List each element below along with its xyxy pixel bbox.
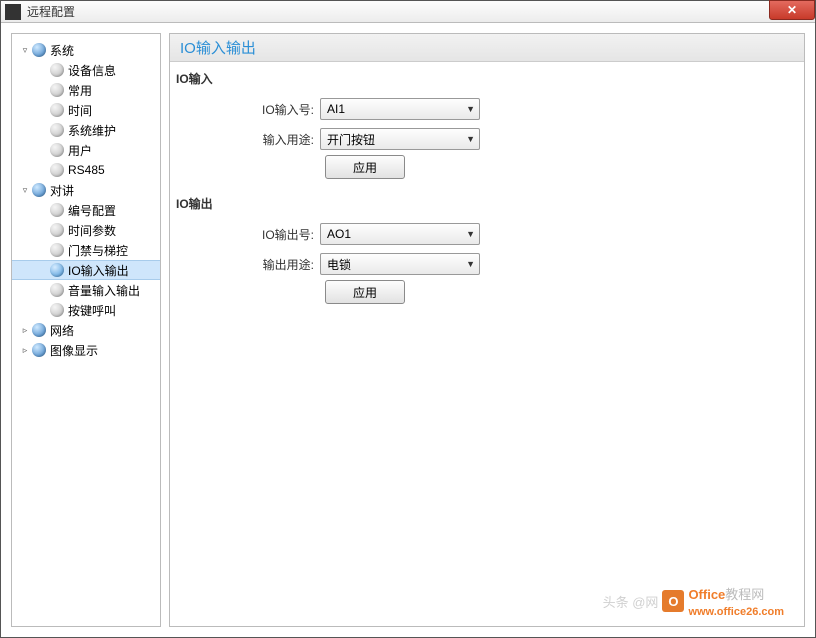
main-panel: IO输入输出 IO输入 IO输入号: AI1 ▼ 输入用途: 开门按钮 ▼ bbox=[169, 33, 805, 627]
tree-label: 图像显示 bbox=[50, 342, 98, 359]
tree-item-time[interactable]: 时间 bbox=[12, 100, 160, 120]
tree-label: 对讲 bbox=[50, 182, 74, 199]
expand-down-icon[interactable]: ▿ bbox=[20, 45, 30, 55]
sphere-icon bbox=[50, 163, 64, 177]
office-icon: O bbox=[662, 590, 684, 612]
tree-label: 用户 bbox=[68, 142, 92, 159]
form-row: IO输入号: AI1 ▼ bbox=[170, 95, 804, 123]
tree-item-common[interactable]: 常用 bbox=[12, 80, 160, 100]
chevron-down-icon: ▼ bbox=[466, 259, 475, 269]
globe-icon bbox=[32, 183, 46, 197]
tree-item-key-call[interactable]: 按键呼叫 bbox=[12, 300, 160, 320]
io-output-num-label: IO输出号: bbox=[170, 226, 320, 243]
select-value: 开门按钮 bbox=[327, 131, 375, 148]
chevron-down-icon: ▼ bbox=[466, 229, 475, 239]
sphere-icon bbox=[50, 203, 64, 217]
tree-label: 系统维护 bbox=[68, 122, 116, 139]
globe-icon bbox=[32, 343, 46, 357]
io-input-usage-select[interactable]: 开门按钮 ▼ bbox=[320, 128, 480, 150]
tree-item-maintenance[interactable]: 系统维护 bbox=[12, 120, 160, 140]
tree-item-user[interactable]: 用户 bbox=[12, 140, 160, 160]
tree-label: 编号配置 bbox=[68, 202, 116, 219]
select-value: AI1 bbox=[327, 102, 345, 116]
tree-node-intercom[interactable]: ▿ 对讲 bbox=[12, 180, 160, 200]
sphere-icon bbox=[50, 223, 64, 237]
expand-right-icon[interactable]: ▹ bbox=[20, 325, 30, 335]
button-label: 应用 bbox=[353, 159, 377, 176]
chevron-down-icon: ▼ bbox=[466, 104, 475, 114]
close-icon: ✕ bbox=[787, 3, 797, 17]
window: 远程配置 ✕ ▿ 系统 设备信息 常用 时间 bbox=[0, 0, 816, 638]
io-input-form: IO输入号: AI1 ▼ 输入用途: 开门按钮 ▼ 应用 bbox=[170, 91, 804, 187]
sidebar-tree[interactable]: ▿ 系统 设备信息 常用 时间 系统维护 用户 bbox=[11, 33, 161, 627]
form-row: IO输出号: AO1 ▼ bbox=[170, 220, 804, 248]
io-input-num-select[interactable]: AI1 ▼ bbox=[320, 98, 480, 120]
sphere-icon bbox=[50, 243, 64, 257]
watermark: 头条 @网 O Office教程网 www.office26.com bbox=[603, 584, 784, 618]
tree-item-number-config[interactable]: 编号配置 bbox=[12, 200, 160, 220]
tree-label: 设备信息 bbox=[68, 62, 116, 79]
tree-label: 网络 bbox=[50, 322, 74, 339]
sphere-icon bbox=[50, 103, 64, 117]
tree-item-volume-inout[interactable]: 音量输入输出 bbox=[12, 280, 160, 300]
apply-output-button[interactable]: 应用 bbox=[325, 280, 405, 304]
tree-label: IO输入输出 bbox=[68, 262, 129, 279]
page-title: IO输入输出 bbox=[170, 34, 804, 62]
tree-node-system[interactable]: ▿ 系统 bbox=[12, 40, 160, 60]
tree-label: 音量输入输出 bbox=[68, 282, 140, 299]
sphere-icon bbox=[50, 123, 64, 137]
io-output-usage-label: 输出用途: bbox=[170, 256, 320, 273]
apply-input-button[interactable]: 应用 bbox=[325, 155, 405, 179]
tree-node-network[interactable]: ▹ 网络 bbox=[12, 320, 160, 340]
tree-node-image-display[interactable]: ▹ 图像显示 bbox=[12, 340, 160, 360]
watermark-brand1: Office bbox=[688, 587, 725, 602]
button-row: 应用 bbox=[170, 280, 804, 304]
tree-label: 系统 bbox=[50, 42, 74, 59]
close-button[interactable]: ✕ bbox=[769, 0, 815, 20]
tree-label: 时间参数 bbox=[68, 222, 116, 239]
io-input-num-label: IO输入号: bbox=[170, 101, 320, 118]
watermark-url: www.office26.com bbox=[688, 606, 784, 618]
window-title: 远程配置 bbox=[27, 3, 75, 20]
content: ▿ 系统 设备信息 常用 时间 系统维护 用户 bbox=[1, 23, 815, 637]
sphere-icon bbox=[50, 303, 64, 317]
globe-icon bbox=[32, 323, 46, 337]
button-label: 应用 bbox=[353, 284, 377, 301]
tree-item-rs485[interactable]: RS485 bbox=[12, 160, 160, 180]
io-input-section-label: IO输入 bbox=[170, 62, 804, 91]
tree-item-time-params[interactable]: 时间参数 bbox=[12, 220, 160, 240]
form-row: 输出用途: 电锁 ▼ bbox=[170, 250, 804, 278]
app-icon bbox=[5, 4, 21, 20]
select-value: 电锁 bbox=[327, 256, 351, 273]
tree-label: RS485 bbox=[68, 163, 105, 177]
expand-down-icon[interactable]: ▿ bbox=[20, 185, 30, 195]
tree-label: 常用 bbox=[68, 82, 92, 99]
tree-item-access-lift[interactable]: 门禁与梯控 bbox=[12, 240, 160, 260]
tree-item-io-inout[interactable]: IO输入输出 bbox=[12, 260, 160, 280]
watermark-brand2: 教程网 bbox=[725, 587, 764, 602]
select-value: AO1 bbox=[327, 227, 351, 241]
sphere-icon bbox=[50, 263, 64, 277]
sphere-icon bbox=[50, 83, 64, 97]
tree-label: 门禁与梯控 bbox=[68, 242, 128, 259]
sphere-icon bbox=[50, 283, 64, 297]
watermark-text: 头条 @网 bbox=[603, 592, 659, 611]
sphere-icon bbox=[50, 63, 64, 77]
button-row: 应用 bbox=[170, 155, 804, 179]
expand-right-icon[interactable]: ▹ bbox=[20, 345, 30, 355]
chevron-down-icon: ▼ bbox=[466, 134, 475, 144]
tree-label: 时间 bbox=[68, 102, 92, 119]
titlebar: 远程配置 ✕ bbox=[1, 1, 815, 23]
io-output-section-label: IO输出 bbox=[170, 187, 804, 216]
io-output-num-select[interactable]: AO1 ▼ bbox=[320, 223, 480, 245]
io-input-usage-label: 输入用途: bbox=[170, 131, 320, 148]
io-output-form: IO输出号: AO1 ▼ 输出用途: 电锁 ▼ 应用 bbox=[170, 216, 804, 312]
globe-icon bbox=[32, 43, 46, 57]
sphere-icon bbox=[50, 143, 64, 157]
io-output-usage-select[interactable]: 电锁 ▼ bbox=[320, 253, 480, 275]
tree-item-device-info[interactable]: 设备信息 bbox=[12, 60, 160, 80]
tree-label: 按键呼叫 bbox=[68, 302, 116, 319]
form-row: 输入用途: 开门按钮 ▼ bbox=[170, 125, 804, 153]
